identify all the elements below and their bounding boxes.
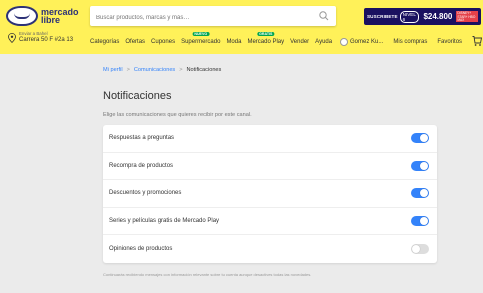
nav-vender[interactable]: Vender — [290, 39, 309, 45]
notification-row: Descuentos y promociones — [103, 180, 437, 208]
nav-supermercado[interactable]: Supermercado NUEVO — [181, 32, 221, 45]
nav-mercado-play[interactable]: Mercado Play GRATIS — [247, 32, 285, 45]
logo-text: mercado libre — [41, 7, 79, 25]
my-purchases-link[interactable]: Mis compras — [393, 39, 427, 45]
notification-row: Respuestas a preguntas — [103, 125, 437, 153]
subscription-promo-banner[interactable]: SUSCRIBETE NIVEL 6 $24.800 DISNEY+ STAR+… — [364, 8, 481, 25]
favorites-link[interactable]: Favoritos — [437, 39, 462, 45]
nav-moda[interactable]: Moda — [226, 39, 241, 45]
cart-icon[interactable] — [472, 35, 482, 47]
notification-row: Opiniones de productos — [103, 235, 437, 263]
search-bar[interactable] — [90, 6, 336, 28]
breadcrumb-comunicaciones[interactable]: Comunicaciones — [134, 67, 175, 73]
promo-tag: DISNEY+ STAR+ HBO MAX PARAMOUNT — [456, 11, 478, 22]
nav-mercado-play-label: Mercado Play — [247, 39, 285, 45]
toggle-knob — [420, 217, 428, 226]
user-avatar[interactable] — [340, 38, 348, 46]
breadcrumb-notificaciones: Notificaciones — [186, 67, 222, 73]
notification-row: Series y películas gratis de Mercado Pla… — [103, 208, 437, 236]
user-name-menu[interactable]: Gomez Ku... — [350, 39, 383, 45]
page-subtitle: Elige las comunicaciones que quieres rec… — [103, 112, 252, 118]
top-header: mercado libre SUSCRIBETE NIVEL 6 $24.800… — [0, 0, 483, 54]
location-address: Carrera 50 F #2a 13 — [19, 37, 74, 43]
notification-label: Opiniones de productos — [109, 246, 173, 253]
notifications-card: Respuestas a preguntas Recompra de produ… — [103, 125, 437, 263]
new-badge: NUEVO — [192, 32, 210, 36]
mercado-libre-logo[interactable]: mercado libre — [6, 5, 88, 27]
main-nav: Categorías Ofertas Cupones Supermercado N… — [90, 32, 338, 47]
nav-ofertas[interactable]: Ofertas — [125, 39, 145, 45]
notification-label: Recompra de productos — [109, 162, 174, 169]
notification-label: Series y películas gratis de Mercado Pla… — [109, 218, 220, 225]
notification-toggle[interactable] — [411, 160, 429, 171]
notification-toggle[interactable] — [411, 216, 429, 227]
free-badge: GRATIS — [257, 32, 275, 36]
notification-toggle[interactable] — [411, 133, 429, 144]
breadcrumb-mi-perfil[interactable]: Mi perfil — [103, 67, 123, 73]
toggle-knob — [420, 161, 428, 170]
breadcrumb-separator: > — [126, 67, 130, 73]
notification-label: Respuestas a preguntas — [109, 135, 175, 142]
nav-supermercado-label: Supermercado — [181, 39, 221, 45]
search-input[interactable] — [90, 8, 310, 28]
breadcrumb: Mi perfil > Comunicaciones > Notificacio… — [103, 67, 225, 73]
nav-cupones[interactable]: Cupones — [151, 39, 175, 45]
footer-note: Continuarás recibiendo mensajes con info… — [103, 272, 312, 277]
nav-categorias[interactable]: Categorías — [90, 39, 119, 45]
toggle-knob — [420, 134, 428, 143]
promo-level-badge: NIVEL 6 — [399, 10, 420, 23]
handshake-icon — [6, 6, 38, 26]
notification-row: Recompra de productos — [103, 153, 437, 181]
promo-subscribe-label: SUSCRIBETE — [367, 14, 398, 19]
notification-toggle[interactable] — [411, 244, 429, 255]
toggle-knob — [420, 189, 428, 198]
notification-toggle[interactable] — [411, 188, 429, 199]
notification-label: Descuentos y promociones — [109, 190, 182, 197]
toggle-knob — [412, 245, 420, 254]
nav-ayuda[interactable]: Ayuda — [315, 39, 332, 45]
search-icon[interactable] — [318, 10, 330, 22]
location-pin-icon — [8, 33, 16, 43]
delivery-location[interactable]: Enviar a Bahel Carrera 50 F #2a 13 — [8, 31, 86, 47]
promo-price: $24.800 — [423, 12, 453, 21]
user-nav: Gomez Ku... Mis compras Favoritos — [340, 37, 472, 47]
page-title: Notificaciones — [103, 90, 172, 102]
breadcrumb-separator: > — [179, 67, 183, 73]
